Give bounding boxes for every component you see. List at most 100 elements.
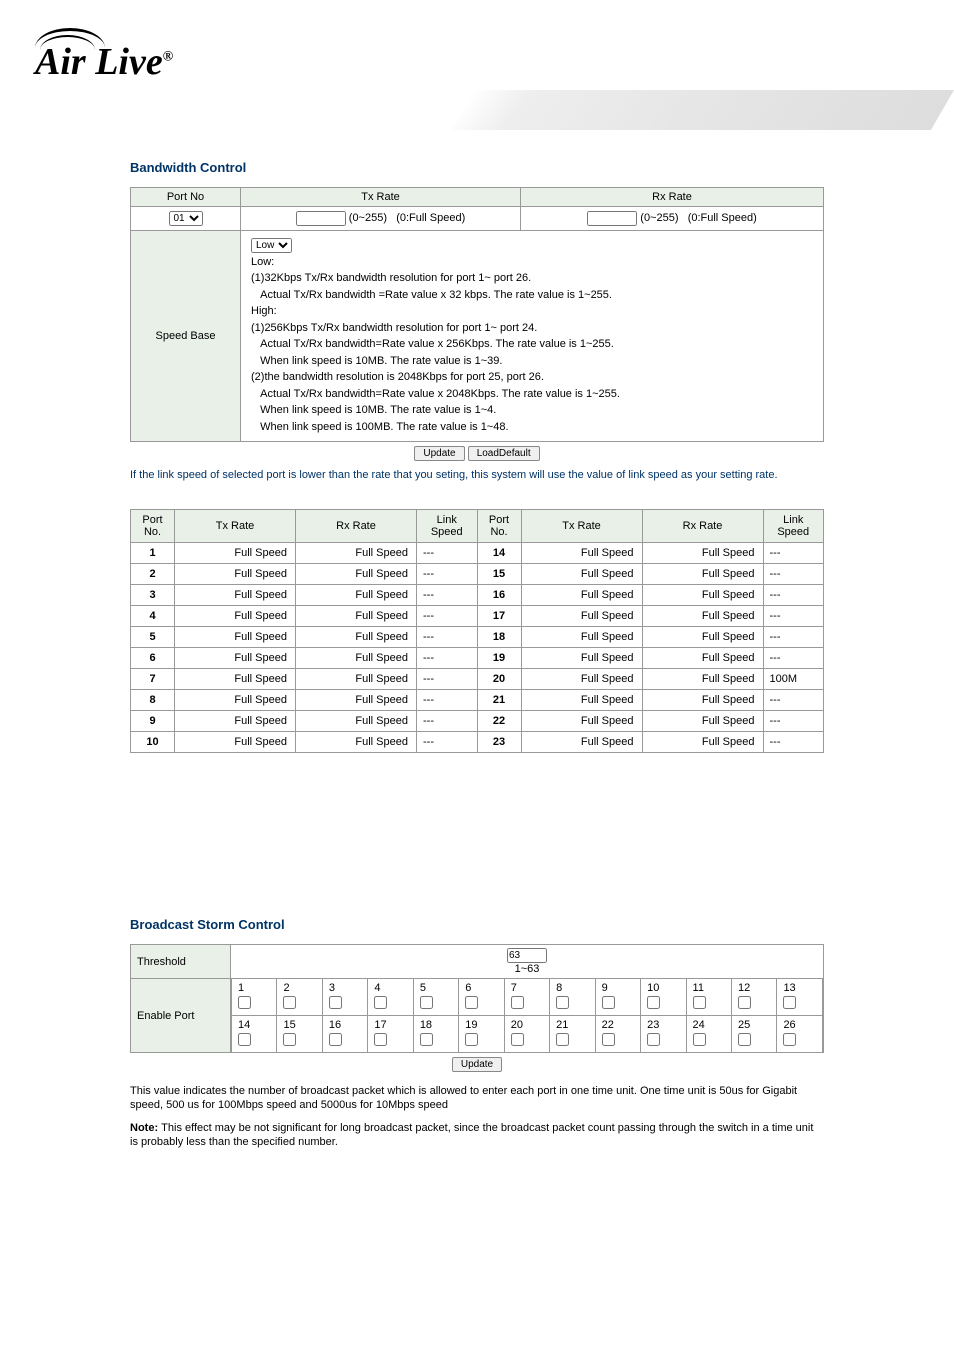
storm-port-cell: 24	[686, 1016, 731, 1052]
port-select[interactable]: 01	[169, 211, 203, 226]
storm-port-checkbox[interactable]	[465, 996, 478, 1009]
port-no: 3	[131, 585, 175, 606]
load-default-button[interactable]: LoadDefault	[468, 446, 540, 461]
storm-port-checkbox[interactable]	[738, 996, 751, 1009]
port-tx: Full Speed	[175, 690, 296, 711]
port-rx: Full Speed	[296, 543, 417, 564]
storm-port-cell: 6	[459, 979, 504, 1015]
storm-port-checkbox[interactable]	[693, 996, 706, 1009]
storm-port-cell: 14	[232, 1016, 277, 1052]
port-rx: Full Speed	[642, 564, 763, 585]
storm-port-checkbox[interactable]	[374, 1033, 387, 1046]
storm-port-checkbox[interactable]	[602, 996, 615, 1009]
storm-port-checkbox[interactable]	[420, 996, 433, 1009]
storm-port-checkbox[interactable]	[647, 996, 660, 1009]
port-link: ---	[763, 732, 824, 753]
storm-port-checkbox[interactable]	[329, 1033, 342, 1046]
storm-port-checkbox[interactable]	[647, 1033, 660, 1046]
ph-no-l: Port No.	[131, 510, 175, 543]
storm-update-button[interactable]: Update	[452, 1057, 502, 1072]
storm-port-checkbox[interactable]	[602, 1033, 615, 1046]
port-no: 16	[477, 585, 521, 606]
storm-port-cell: 8	[550, 979, 595, 1015]
port-no: 2	[131, 564, 175, 585]
col-tx-rate: Tx Rate	[241, 188, 521, 207]
storm-port-cell: 19	[459, 1016, 504, 1052]
port-link: ---	[763, 627, 824, 648]
storm-port-cell: 20	[504, 1016, 549, 1052]
port-rx: Full Speed	[642, 627, 763, 648]
storm-port-cell: 21	[550, 1016, 595, 1052]
sb-l1: (1)32Kbps Tx/Rx bandwidth resolution for…	[251, 272, 531, 284]
storm-port-cell: 17	[368, 1016, 413, 1052]
bandwidth-control-table: Port No Tx Rate Rx Rate 01 (0~255) (0:Fu…	[130, 187, 824, 465]
speed-base-label: Speed Base	[131, 231, 241, 442]
storm-port-checkbox[interactable]	[511, 996, 524, 1009]
storm-port-checkbox[interactable]	[283, 996, 296, 1009]
port-no: 19	[477, 648, 521, 669]
storm-port-cell: 25	[731, 1016, 776, 1052]
port-no: 1	[131, 543, 175, 564]
port-no: 21	[477, 690, 521, 711]
port-rx: Full Speed	[296, 564, 417, 585]
storm-port-checkbox[interactable]	[511, 1033, 524, 1046]
storm-port-cell: 16	[322, 1016, 367, 1052]
port-no: 23	[477, 732, 521, 753]
port-rx: Full Speed	[642, 690, 763, 711]
port-tx: Full Speed	[521, 732, 642, 753]
brand-logo: Air Live®	[35, 40, 173, 84]
storm-port-checkbox[interactable]	[374, 996, 387, 1009]
port-rx: Full Speed	[642, 606, 763, 627]
storm-port-cell: 26	[777, 1016, 823, 1052]
storm-port-checkbox[interactable]	[238, 1033, 251, 1046]
update-button[interactable]: Update	[414, 446, 464, 461]
header: Air Live®	[0, 0, 954, 140]
storm-note2: Note: This effect may be not significant…	[130, 1121, 824, 1150]
storm-port-checkbox[interactable]	[465, 1033, 478, 1046]
storm-port-checkbox[interactable]	[783, 996, 796, 1009]
port-rx: Full Speed	[642, 732, 763, 753]
sb-h6: When link speed is 10MB. The rate value …	[260, 404, 496, 416]
storm-port-cell: 22	[595, 1016, 640, 1052]
port-no: 4	[131, 606, 175, 627]
broadcast-storm-table: Threshold 1~63 Enable Port 1234567891011…	[130, 944, 824, 1076]
col-port-no: Port No	[131, 188, 241, 207]
storm-port-checkbox[interactable]	[238, 996, 251, 1009]
port-tx: Full Speed	[521, 648, 642, 669]
port-rx: Full Speed	[296, 711, 417, 732]
storm-port-checkbox[interactable]	[738, 1033, 751, 1046]
storm-port-cell: 3	[322, 979, 367, 1015]
port-no: 22	[477, 711, 521, 732]
ph-tx-r: Tx Rate	[521, 510, 642, 543]
storm-port-checkbox[interactable]	[783, 1033, 796, 1046]
ph-link-r: Link Speed	[763, 510, 824, 543]
sb-l2: Actual Tx/Rx bandwidth =Rate value x 32 …	[260, 289, 612, 301]
rx-rate-input[interactable]	[587, 211, 637, 226]
storm-port-checkbox[interactable]	[329, 996, 342, 1009]
port-no: 14	[477, 543, 521, 564]
storm-port-checkbox[interactable]	[556, 1033, 569, 1046]
port-no: 20	[477, 669, 521, 690]
ph-rx-l: Rx Rate	[296, 510, 417, 543]
storm-note1: This value indicates the number of broad…	[130, 1084, 824, 1113]
port-no: 9	[131, 711, 175, 732]
ph-link-l: Link Speed	[417, 510, 478, 543]
port-link: ---	[417, 585, 478, 606]
storm-port-cell: 12	[731, 979, 776, 1015]
ph-tx-l: Tx Rate	[175, 510, 296, 543]
port-rx: Full Speed	[296, 732, 417, 753]
storm-port-checkbox[interactable]	[693, 1033, 706, 1046]
sb-high: High:	[251, 305, 277, 317]
speed-base-select[interactable]: Low	[251, 238, 292, 253]
storm-port-cell: 5	[413, 979, 458, 1015]
sb-h5: Actual Tx/Rx bandwidth=Rate value x 2048…	[260, 388, 620, 400]
storm-port-checkbox[interactable]	[420, 1033, 433, 1046]
threshold-input[interactable]	[507, 948, 547, 963]
storm-port-checkbox[interactable]	[283, 1033, 296, 1046]
tx-rate-input[interactable]	[296, 211, 346, 226]
ph-no-r: Port No.	[477, 510, 521, 543]
port-link: ---	[417, 648, 478, 669]
threshold-label: Threshold	[131, 945, 231, 979]
storm-port-checkbox[interactable]	[556, 996, 569, 1009]
port-link: ---	[417, 564, 478, 585]
